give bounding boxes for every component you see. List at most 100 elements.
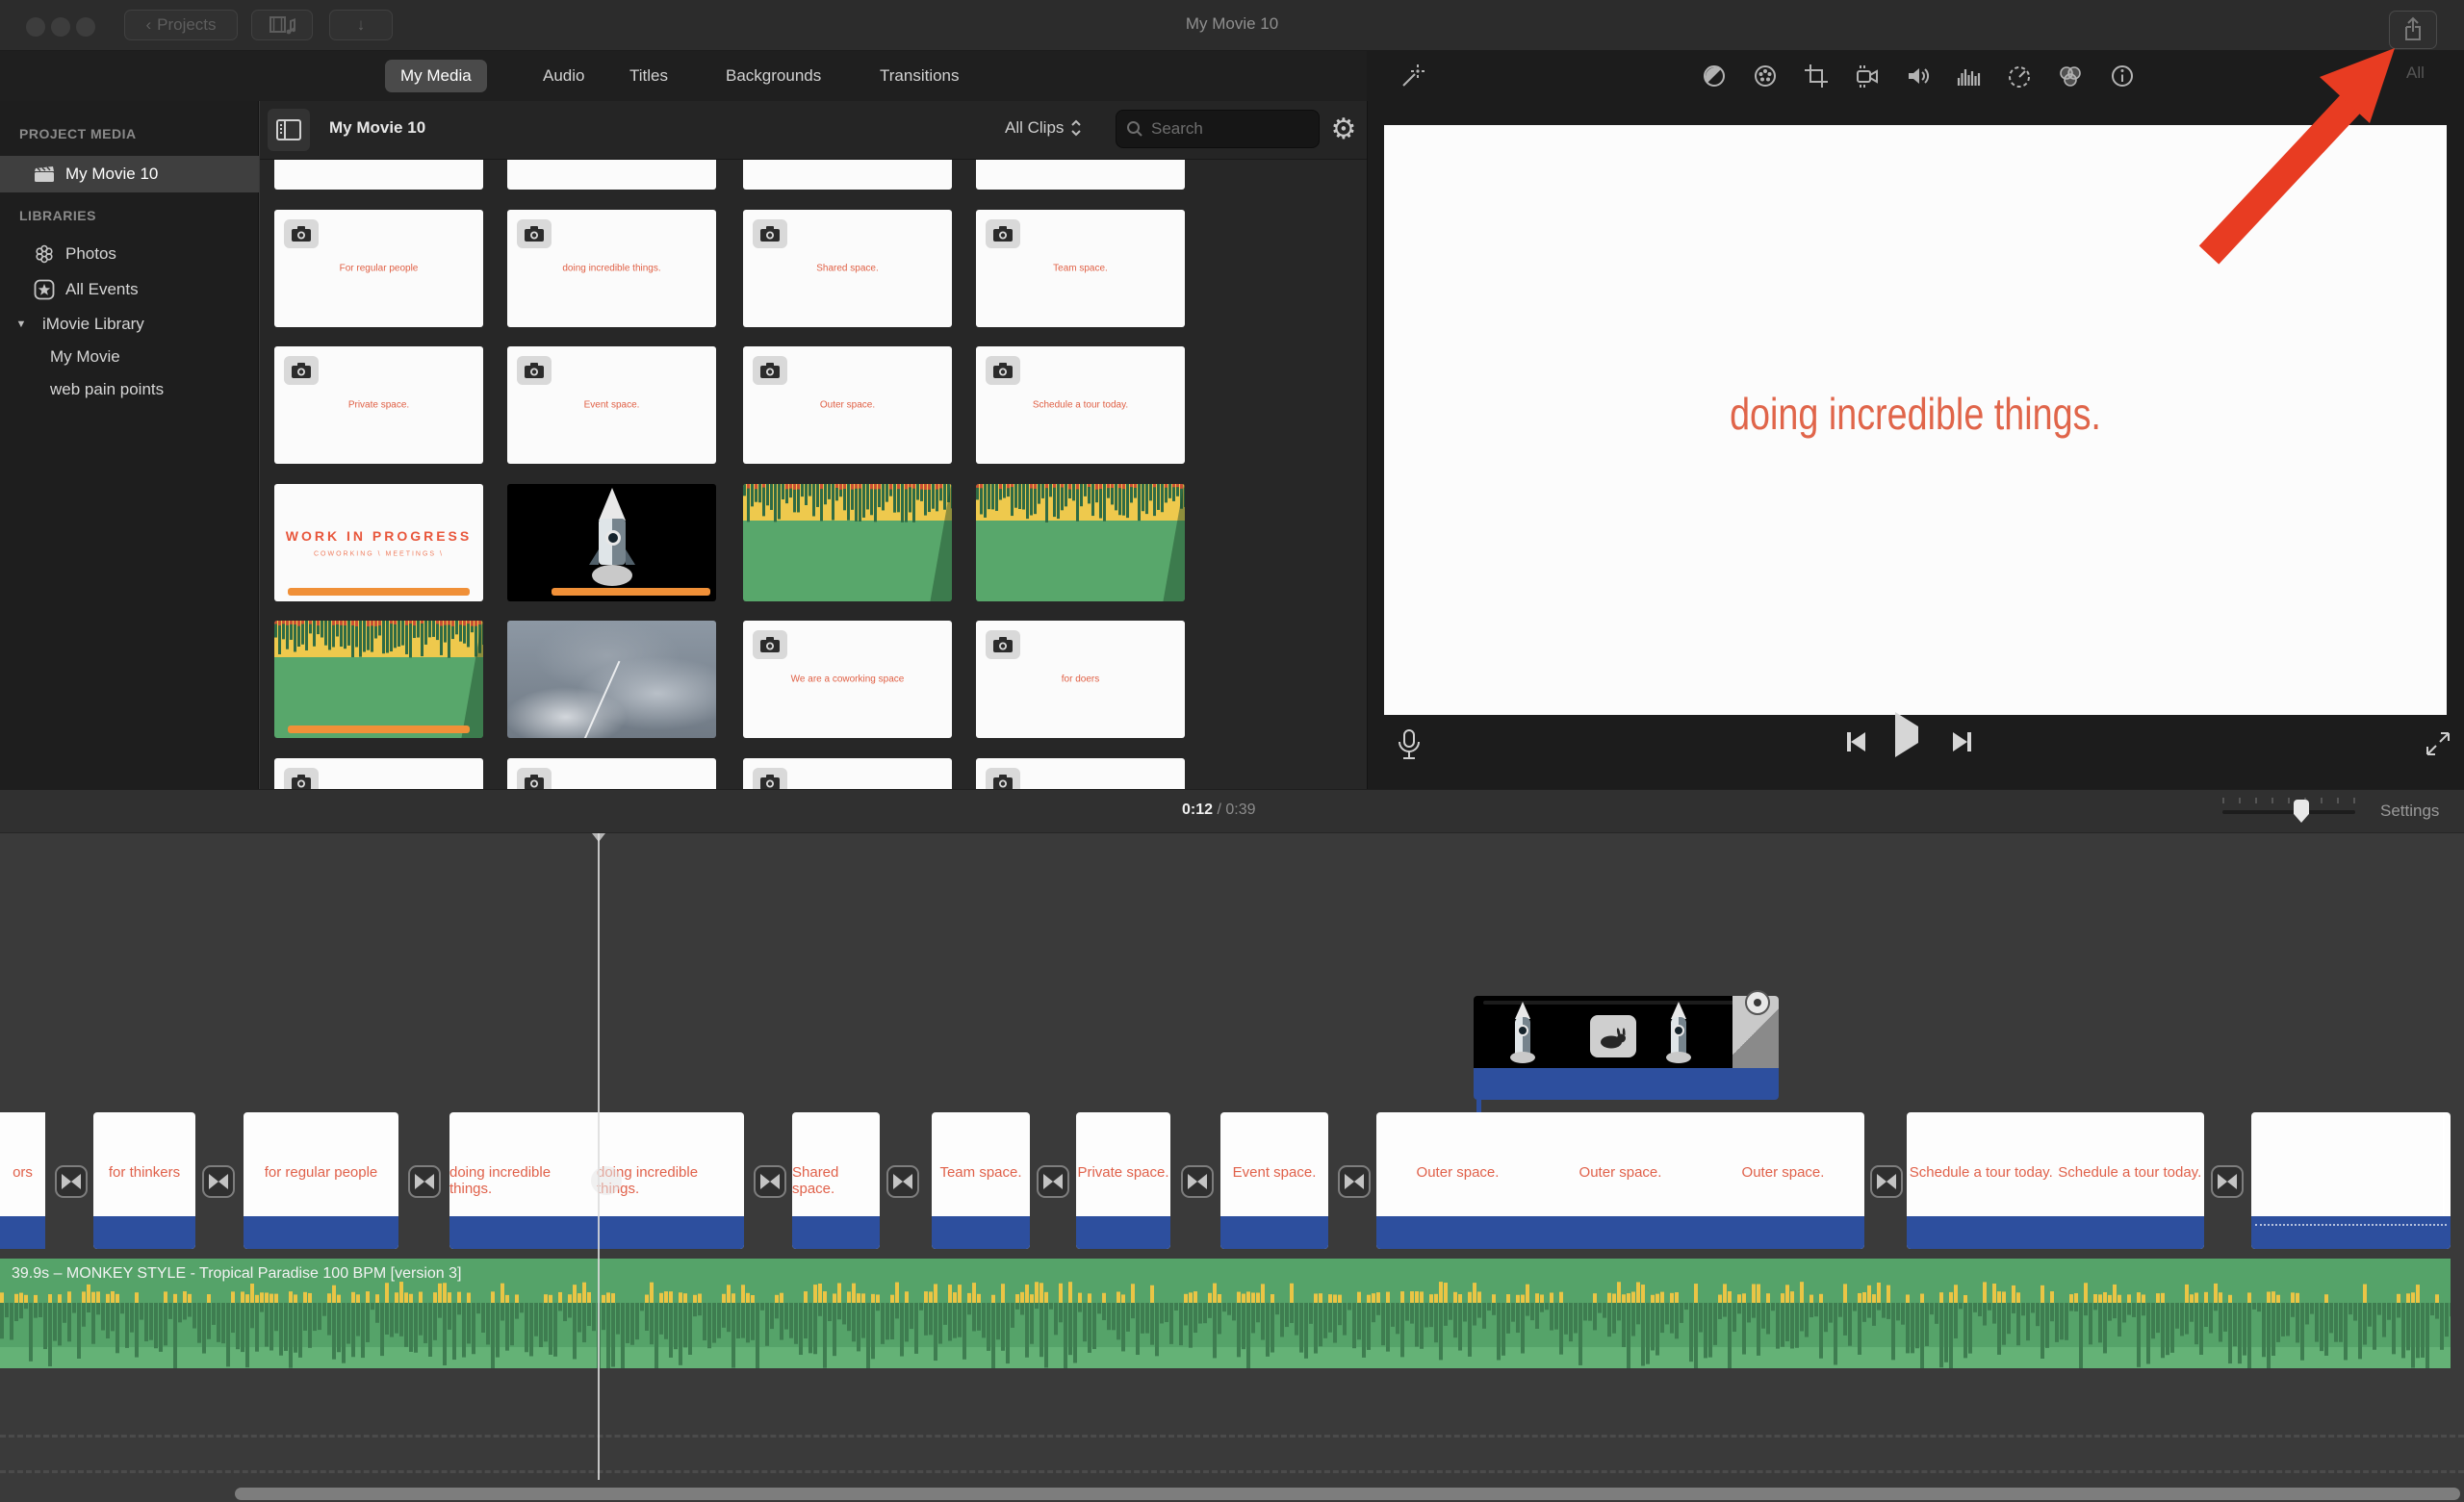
- minimize-window-button[interactable]: [51, 17, 70, 37]
- transition-button[interactable]: [1037, 1165, 1069, 1198]
- sidebar-item-web-pain-points[interactable]: web pain points: [0, 371, 259, 408]
- transition-button[interactable]: [1338, 1165, 1371, 1198]
- stabilization-icon[interactable]: [1852, 62, 1881, 90]
- transition-button[interactable]: [754, 1165, 786, 1198]
- microphone-icon[interactable]: [1393, 728, 1425, 765]
- media-thumbnail[interactable]: [274, 157, 483, 190]
- sidebar-item-imovie-library[interactable]: ▼ iMovie Library: [0, 306, 259, 343]
- media-thumbnail[interactable]: [743, 157, 952, 190]
- media-thumbnail[interactable]: We are a coworking space: [743, 621, 952, 738]
- zoom-window-button[interactable]: [76, 17, 95, 37]
- media-thumbnail[interactable]: for doers: [976, 621, 1185, 738]
- gear-icon[interactable]: ⚙: [1326, 113, 1361, 147]
- connected-overlay-clip[interactable]: [1474, 990, 1779, 1100]
- media-thumbnail[interactable]: [507, 157, 716, 190]
- projects-back-button[interactable]: ‹ Projects: [124, 10, 238, 40]
- timeline-clip[interactable]: for thinkers: [93, 1112, 195, 1249]
- close-window-button[interactable]: [26, 17, 45, 37]
- project-media-header: PROJECT MEDIA: [19, 126, 137, 141]
- contrail: [580, 660, 621, 738]
- media-thumbnail-audio-clip[interactable]: [274, 621, 483, 738]
- connection-handle[interactable]: [1745, 990, 1770, 1015]
- timeline-clip[interactable]: for regular people: [244, 1112, 398, 1249]
- noise-reduction-eq-icon[interactable]: [1954, 62, 1983, 90]
- tab-audio[interactable]: Audio: [527, 60, 600, 92]
- playback-controls: [1368, 712, 2464, 789]
- timeline-clip[interactable]: Team space.: [932, 1112, 1030, 1249]
- window-title: My Movie 10: [1185, 14, 1279, 33]
- sidebar-item-my-movie[interactable]: My Movie: [0, 339, 259, 375]
- background-music-clip[interactable]: 39.9s – MONKEY STYLE - Tropical Paradise…: [0, 1259, 2451, 1368]
- timeline-clip[interactable]: [2251, 1112, 2451, 1249]
- transition-button[interactable]: [1181, 1165, 1214, 1198]
- zoom-slider-thumb[interactable]: [2294, 800, 2309, 823]
- sidebar-item-all-events[interactable]: All Events: [0, 271, 259, 308]
- volume-icon[interactable]: [1904, 62, 1933, 90]
- timeline-clip[interactable]: Outer space. Outer space. Outer space.: [1376, 1112, 1864, 1249]
- enhance-magic-wand-icon[interactable]: [1398, 62, 1426, 90]
- timeline-settings-button[interactable]: Settings: [2380, 802, 2439, 821]
- media-thumbnail[interactable]: [743, 758, 952, 789]
- transition-button[interactable]: [202, 1165, 235, 1198]
- color-balance-icon[interactable]: [1700, 62, 1729, 90]
- media-thumbnail[interactable]: Team space.: [976, 210, 1185, 327]
- tab-transitions[interactable]: Transitions: [864, 60, 975, 92]
- clip-filter-dropdown[interactable]: All Clips: [1005, 118, 1082, 138]
- zoom-slider-track[interactable]: [2222, 810, 2355, 814]
- transition-button[interactable]: [408, 1165, 441, 1198]
- tab-backgrounds[interactable]: Backgrounds: [710, 60, 836, 92]
- crop-icon[interactable]: [1802, 62, 1831, 90]
- transition-button[interactable]: [1870, 1165, 1903, 1198]
- next-button[interactable]: [1953, 732, 1971, 751]
- media-thumbnail[interactable]: [274, 758, 483, 789]
- color-correction-wheel-icon[interactable]: [1751, 62, 1780, 90]
- media-thumbnail[interactable]: Shared space.: [743, 210, 952, 327]
- speed-rabbit-badge[interactable]: [1590, 1015, 1636, 1057]
- fullscreen-icon[interactable]: [2423, 728, 2453, 759]
- transition-button[interactable]: [886, 1165, 919, 1198]
- timeline-clip[interactable]: Shared space.: [792, 1112, 880, 1249]
- media-thumbnail[interactable]: Event space.: [507, 346, 716, 464]
- speed-icon[interactable]: [2005, 62, 2034, 90]
- media-thumbnail[interactable]: [507, 758, 716, 789]
- projects-label: Projects: [157, 15, 217, 34]
- media-thumbnail-audio-clip[interactable]: [743, 484, 952, 601]
- disclosure-triangle-icon[interactable]: ▼: [10, 318, 33, 330]
- playhead[interactable]: [598, 833, 600, 1480]
- media-thumbnail-audio-clip[interactable]: [976, 484, 1185, 601]
- transition-button[interactable]: [55, 1165, 88, 1198]
- tab-my-media[interactable]: My Media: [385, 60, 487, 92]
- media-thumbnail[interactable]: For regular people: [274, 210, 483, 327]
- media-thumbnail-wip-title[interactable]: WORK IN PROGRESS COWORKING \ MEETINGS \: [274, 484, 483, 601]
- media-thumbnail[interactable]: Schedule a tour today.: [976, 346, 1185, 464]
- previous-button[interactable]: [1847, 732, 1865, 751]
- media-thumbnail-rocket-video[interactable]: [507, 484, 716, 601]
- timeline-clip[interactable]: Event space.: [1220, 1112, 1328, 1249]
- camera-icon: [753, 630, 787, 659]
- media-thumbnail[interactable]: [976, 758, 1185, 789]
- sidebar-item-photos[interactable]: Photos: [0, 236, 259, 272]
- download-button[interactable]: ↓: [329, 10, 393, 40]
- search-input[interactable]: Search: [1116, 110, 1320, 148]
- media-thumbnail[interactable]: [976, 157, 1185, 190]
- media-thumbnail[interactable]: Outer space.: [743, 346, 952, 464]
- color-overlap-icon[interactable]: [2056, 62, 2085, 90]
- horizontal-scrollbar[interactable]: [235, 1488, 2460, 1500]
- sidebar-item-label: Photos: [65, 244, 116, 263]
- media-thumbnail[interactable]: Private space.: [274, 346, 483, 464]
- search-icon: [1126, 120, 1143, 138]
- camera-icon: [986, 356, 1020, 385]
- transition-button[interactable]: [2211, 1165, 2244, 1198]
- media-thumbnail[interactable]: doing incredible things.: [507, 210, 716, 327]
- updown-chevrons-icon: [1070, 118, 1082, 138]
- timeline-clip[interactable]: Private space.: [1076, 1112, 1170, 1249]
- play-button[interactable]: [1895, 712, 1918, 757]
- camera-icon: [753, 356, 787, 385]
- sidebar-item-my-movie-10[interactable]: My Movie 10: [0, 156, 259, 192]
- timeline-clip[interactable]: ors: [0, 1112, 45, 1249]
- timeline-clip[interactable]: Schedule a tour today. Schedule a tour to…: [1907, 1112, 2204, 1249]
- tab-titles[interactable]: Titles: [614, 60, 683, 92]
- import-media-button[interactable]: [251, 10, 313, 40]
- media-thumbnail-clouds-video[interactable]: [507, 621, 716, 738]
- sidebar-toggle-button[interactable]: [268, 109, 310, 151]
